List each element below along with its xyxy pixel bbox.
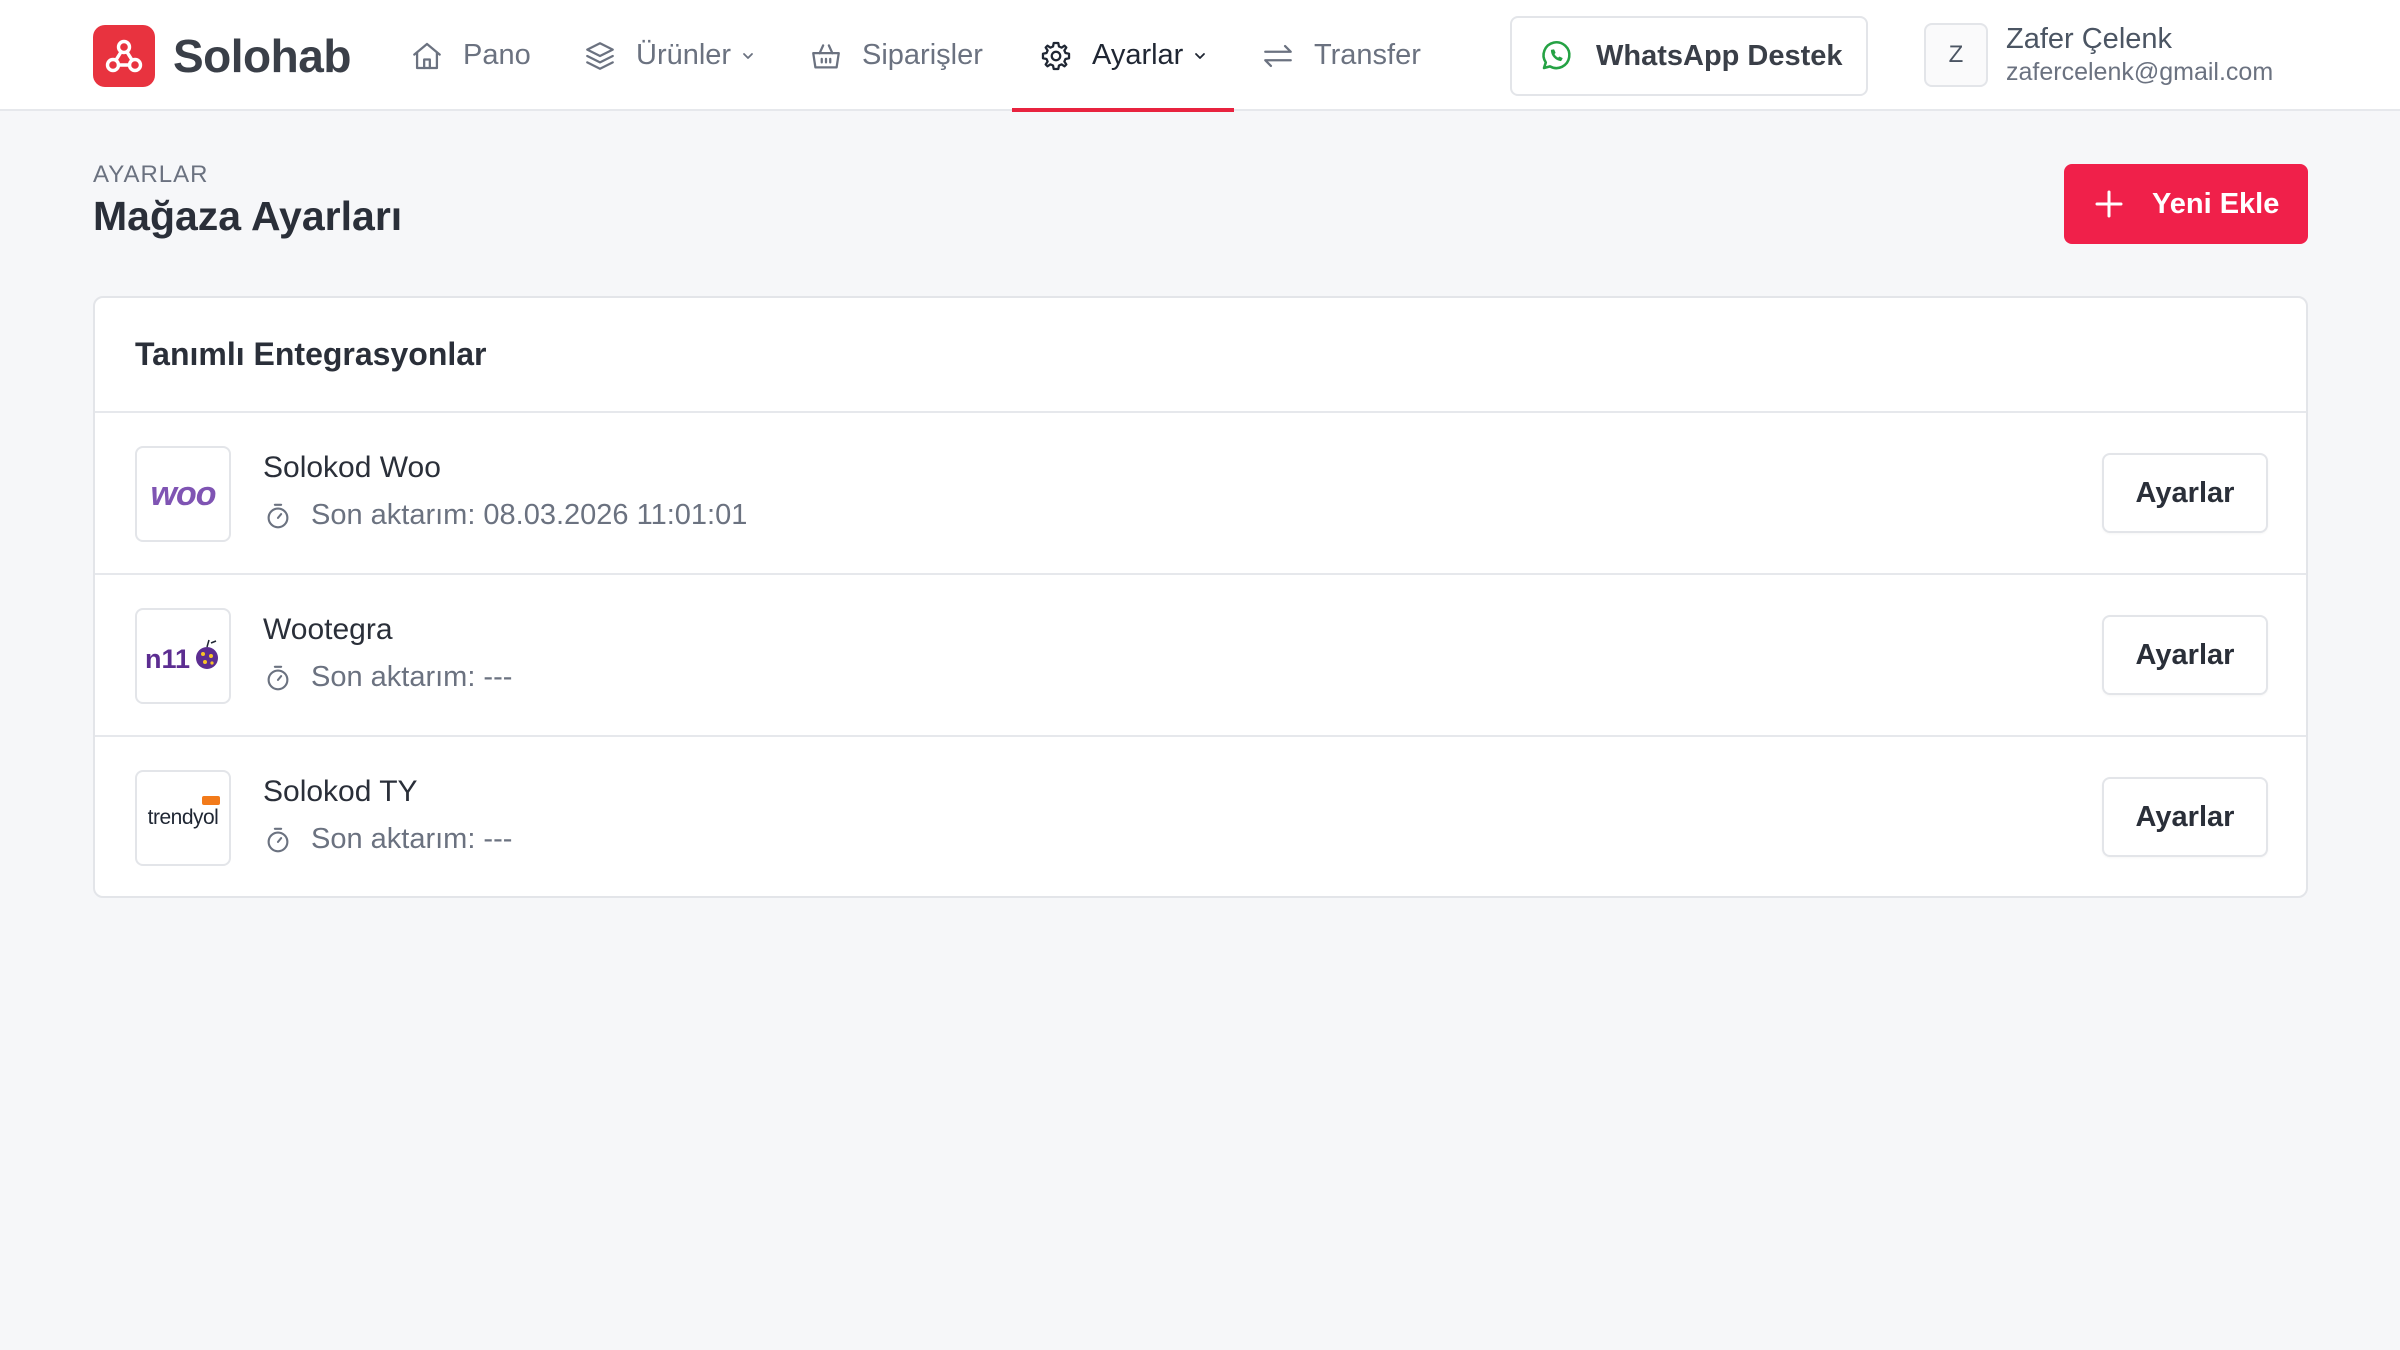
top-navigation-bar: Solohab Pano Ürünler Siparişler Ayarlar … bbox=[0, 0, 2400, 112]
user-name: Zafer Çelenk bbox=[2006, 23, 2173, 55]
trendyol-logo-text: trendyol bbox=[147, 806, 219, 829]
last-transfer-value: 08.03.2026 11:01:01 bbox=[483, 498, 748, 531]
plus-icon bbox=[2094, 189, 2124, 219]
woo-logo-icon: woo bbox=[135, 446, 231, 542]
nav-item-siparisler[interactable]: Siparişler bbox=[808, 0, 983, 111]
avatar: Z bbox=[1924, 23, 1988, 87]
integration-row: trendyol Solokod TY Son aktarım: --- Aya… bbox=[95, 737, 2306, 896]
last-transfer-value: --- bbox=[483, 822, 513, 855]
gear-icon bbox=[1038, 38, 1074, 74]
nav-item-label: Ayarlar bbox=[1092, 39, 1184, 71]
whatsapp-support-button[interactable]: WhatsApp Destek bbox=[1510, 16, 1868, 96]
integration-row: n11 Wootegra Son aktarım: --- Ayarlar bbox=[95, 575, 2306, 737]
user-menu[interactable]: Z Zafer Çelenk zafercelenk@gmail.com bbox=[1924, 22, 2273, 88]
stopwatch-icon bbox=[263, 663, 295, 695]
n11-logo-graphic: n11 bbox=[145, 639, 218, 674]
woo-logo-text: woo bbox=[150, 474, 217, 513]
n11-logo-icon: n11 bbox=[135, 608, 231, 704]
add-new-button[interactable]: Yeni Ekle bbox=[2064, 164, 2308, 244]
integrations-card: Tanımlı Entegrasyonlar woo Solokod Woo S… bbox=[93, 296, 2308, 898]
integration-name: Solokod Woo bbox=[263, 451, 441, 484]
nav-item-urunler[interactable]: Ürünler bbox=[582, 0, 756, 111]
trendyol-badge-icon bbox=[202, 796, 221, 805]
nav-item-label: Transfer bbox=[1314, 39, 1421, 71]
user-email: zafercelenk@gmail.com bbox=[2006, 58, 2274, 86]
page-title: Mağaza Ayarları bbox=[93, 193, 403, 239]
chevron-down-icon bbox=[1195, 52, 1206, 59]
layers-icon bbox=[582, 38, 618, 74]
nav-item-label: Siparişler bbox=[862, 39, 983, 71]
brand[interactable]: Solohab bbox=[93, 25, 351, 87]
brand-name: Solohab bbox=[173, 30, 351, 82]
nav-item-ayarlar[interactable]: Ayarlar bbox=[1012, 0, 1235, 112]
integration-row: woo Solokod Woo Son aktarım: 08.03.2026 … bbox=[95, 413, 2306, 575]
integration-last-transfer: Son aktarım: 08.03.2026 11:01:01 bbox=[263, 497, 747, 533]
breadcrumb: AYARLAR bbox=[93, 161, 209, 188]
basket-icon bbox=[808, 38, 844, 74]
integration-settings-button[interactable]: Ayarlar bbox=[2102, 615, 2268, 695]
integration-settings-button[interactable]: Ayarlar bbox=[2102, 777, 2268, 857]
transfer-icon bbox=[1260, 38, 1296, 74]
integration-name: Solokod TY bbox=[263, 775, 418, 808]
integration-last-transfer: Son aktarım: --- bbox=[263, 659, 512, 695]
add-new-label: Yeni Ekle bbox=[2152, 187, 2280, 220]
integrations-title: Tanımlı Entegrasyonlar bbox=[95, 298, 2306, 413]
brand-logo-icon bbox=[93, 25, 155, 87]
last-transfer-label: Son aktarım: bbox=[311, 498, 476, 531]
trendyol-logo-icon: trendyol bbox=[135, 770, 231, 866]
user-info: Zafer Çelenk zafercelenk@gmail.com bbox=[2006, 22, 2273, 88]
whatsapp-icon bbox=[1538, 38, 1574, 74]
integration-name: Wootegra bbox=[263, 613, 393, 646]
stopwatch-icon bbox=[263, 501, 295, 533]
integration-settings-button[interactable]: Ayarlar bbox=[2102, 453, 2268, 533]
chevron-down-icon bbox=[743, 52, 753, 59]
integration-last-transfer: Son aktarım: --- bbox=[263, 821, 512, 857]
last-transfer-label: Son aktarım: bbox=[311, 822, 476, 855]
nav-item-label: Pano bbox=[463, 39, 531, 71]
nav-item-pano[interactable]: Pano bbox=[409, 0, 531, 111]
whatsapp-support-label: WhatsApp Destek bbox=[1596, 39, 1843, 72]
stopwatch-icon bbox=[263, 825, 295, 857]
n11-logo-text: n11 bbox=[145, 644, 190, 674]
nav-item-label: Ürünler bbox=[636, 39, 732, 71]
nav-item-transfer[interactable]: Transfer bbox=[1260, 0, 1421, 111]
home-icon bbox=[409, 38, 445, 74]
last-transfer-label: Son aktarım: bbox=[311, 660, 476, 693]
last-transfer-value: --- bbox=[483, 660, 513, 693]
